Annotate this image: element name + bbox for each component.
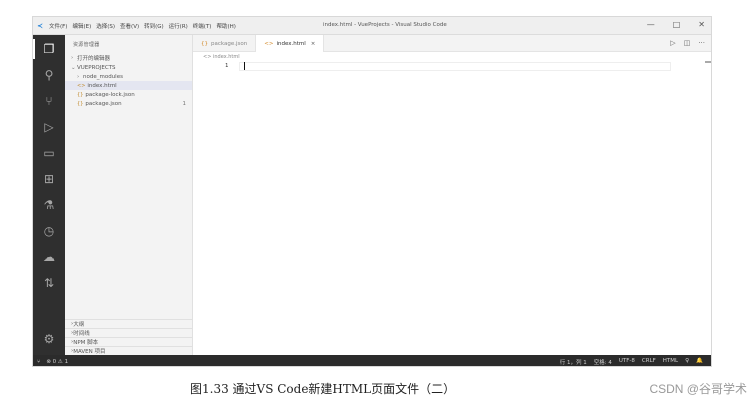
line-number: 1: [225, 63, 229, 69]
menu-terminal[interactable]: 终端(T): [193, 22, 212, 30]
maximize-button[interactable]: □: [673, 20, 681, 29]
timeline-section[interactable]: › 时间线: [65, 328, 192, 337]
project-section[interactable]: ⌄ VUEPROJECTS: [65, 63, 192, 72]
tab-label: index.html: [276, 40, 306, 47]
more-actions-icon[interactable]: ···: [698, 39, 705, 47]
project-label: VUEPROJECTS: [77, 64, 116, 71]
html-file-icon: <>: [203, 54, 213, 60]
npm-scripts-section[interactable]: › NPM 脚本: [65, 337, 192, 346]
menu-go[interactable]: 转到(G): [144, 22, 164, 30]
section-label: 时间线: [73, 331, 90, 337]
timeline-icon[interactable]: ◷: [39, 221, 59, 241]
window-controls: — □ ✕: [647, 20, 705, 29]
sidebar-item-node-modules[interactable]: › node_modules: [65, 72, 192, 81]
current-line-highlight: [239, 62, 671, 71]
problems-indicator[interactable]: ⊗ 0 ⚠ 1: [46, 359, 68, 365]
title-bar: ≺ 文件(F) 编辑(E) 选择(S) 查看(V) 转到(G) 运行(R) 终端…: [33, 17, 711, 35]
section-label: NPM 脚本: [73, 340, 99, 346]
breadcrumb-label: index.html: [212, 54, 240, 60]
remote-icon[interactable]: ⑂: [37, 359, 40, 365]
sidebar-item-package-lock[interactable]: {} package-lock.json: [65, 90, 192, 99]
language-mode[interactable]: HTML: [663, 358, 678, 366]
source-control-icon[interactable]: ⑂: [39, 91, 59, 111]
editor-area: {} package.json <> index.html × ▷ ◫ ··· …: [193, 35, 711, 355]
explorer-sidebar: 资源管理器 › 打开的编辑器 ⌄ VUEPROJECTS › node_modu…: [65, 35, 193, 355]
maven-section[interactable]: › MAVEN 项目: [65, 346, 192, 355]
close-button[interactable]: ✕: [698, 20, 705, 29]
status-right: 行 1，列 1 空格: 4 UTF-8 CRLF HTML ♀ 🔔: [560, 358, 703, 366]
encoding[interactable]: UTF-8: [619, 358, 635, 366]
figure-caption: 图1.33 通过VS Code新建HTML页面文件（二）: [190, 382, 456, 396]
problem-badge: 1: [182, 100, 187, 107]
json-file-icon: {}: [77, 100, 84, 107]
html-file-icon: <>: [264, 40, 274, 47]
html-file-icon: <>: [77, 82, 86, 89]
editor-tabs: {} package.json <> index.html × ▷ ◫ ···: [193, 35, 711, 52]
tab-label: package.json: [211, 40, 248, 47]
cursor-position[interactable]: 行 1，列 1: [560, 358, 587, 366]
tree-item-label: index.html: [87, 82, 117, 89]
open-editors-section[interactable]: › 打开的编辑器: [65, 53, 192, 62]
close-icon[interactable]: ×: [311, 41, 316, 47]
menu-selection[interactable]: 选择(S): [96, 22, 115, 30]
run-debug-icon[interactable]: ▷: [39, 117, 59, 137]
line-ending[interactable]: CRLF: [642, 358, 656, 366]
testing-icon[interactable]: ⚗: [39, 195, 59, 215]
tab-index-html[interactable]: <> index.html ×: [256, 35, 325, 52]
vscode-logo-icon: ≺: [37, 21, 43, 30]
text-cursor: [244, 62, 245, 70]
menu-file[interactable]: 文件(F): [49, 22, 67, 30]
activity-bar: ❐ ⚲ ⑂ ▷ ▭ ⊞ ⚗ ◷ ☁ ⇅ ⚙: [33, 35, 65, 355]
status-left: ⑂ ⊗ 0 ⚠ 1: [37, 359, 68, 365]
menu-edit[interactable]: 编辑(E): [72, 22, 91, 30]
tree-item-label: package.json: [85, 100, 122, 107]
open-editors-label: 打开的编辑器: [77, 55, 111, 62]
tree-item-label: node_modules: [83, 73, 123, 80]
json-file-icon: {}: [77, 91, 84, 98]
run-icon[interactable]: ▷: [670, 39, 675, 47]
breadcrumb[interactable]: <> index.html: [203, 54, 240, 60]
menu-help[interactable]: 帮助(H): [216, 22, 235, 30]
active-indicator: [33, 39, 35, 59]
sidebar-item-index-html[interactable]: <> index.html: [65, 81, 192, 90]
watermark: CSDN @谷哥学术: [649, 382, 747, 396]
account-icon[interactable]: ⚙: [39, 329, 59, 349]
sidebar-item-package-json[interactable]: {} package.json 1: [65, 99, 192, 108]
search-icon[interactable]: ⚲: [39, 65, 59, 85]
status-bar: ⑂ ⊗ 0 ⚠ 1 行 1，列 1 空格: 4 UTF-8 CRLF HTML …: [33, 355, 711, 366]
overview-ruler: [705, 61, 711, 63]
menu-run[interactable]: 运行(R): [169, 22, 188, 30]
tab-package-json[interactable]: {} package.json: [193, 35, 257, 52]
indentation[interactable]: 空格: 4: [594, 358, 612, 366]
minimize-button[interactable]: —: [647, 20, 655, 29]
explorer-header: 资源管理器: [73, 42, 100, 48]
editor-actions: ▷ ◫ ···: [670, 39, 705, 47]
section-label: MAVEN 项目: [73, 349, 106, 355]
docker-icon[interactable]: ☁: [39, 247, 59, 267]
menu-bar: 文件(F) 编辑(E) 选择(S) 查看(V) 转到(G) 运行(R) 终端(T…: [49, 22, 236, 30]
split-editor-icon[interactable]: ◫: [684, 39, 691, 47]
files-icon[interactable]: ❐: [39, 39, 59, 59]
outline-section[interactable]: › 大纲: [65, 319, 192, 328]
notifications-icon[interactable]: 🔔: [696, 358, 703, 366]
menu-view[interactable]: 查看(V): [120, 22, 139, 30]
tree-item-label: package-lock.json: [85, 91, 135, 98]
window-title: index.html - VueProjects - Visual Studio…: [323, 22, 447, 28]
extensions-icon[interactable]: ⊞: [39, 169, 59, 189]
pull-request-icon[interactable]: ⇅: [39, 273, 59, 293]
feedback-icon[interactable]: ♀: [685, 358, 689, 366]
section-label: 大纲: [73, 322, 85, 328]
json-file-icon: {}: [201, 40, 208, 47]
remote-explorer-icon[interactable]: ▭: [39, 143, 59, 163]
vscode-window: ≺ 文件(F) 编辑(E) 选择(S) 查看(V) 转到(G) 运行(R) 终端…: [32, 16, 712, 367]
